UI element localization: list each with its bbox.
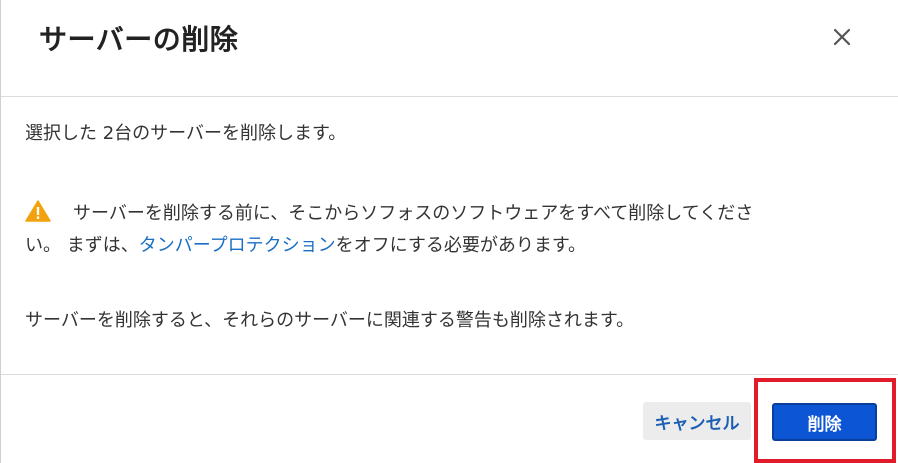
warning-text-line1: サーバーを削除する前に、そこからソフォスのソフトウェアをすべて削除してくださ [73,203,754,224]
warning-text-line2-start: い。 まずは、 [25,235,139,256]
warning-text-line2-end: をオフにする必要があります。 [335,235,587,256]
close-icon [833,28,851,46]
close-button[interactable] [827,22,857,52]
warning-message: サーバーを削除する前に、そこからソフォスのソフトウェアをすべて削除してください。… [25,198,880,262]
dialog-body: 選択した 2台のサーバーを削除します。 サーバーを削除する前に、そこからソフォス… [1,97,898,375]
dialog-title: サーバーの削除 [39,23,239,56]
cancel-button[interactable]: キャンセル [643,402,751,440]
dialog-footer: キャンセル 削除 [1,374,898,463]
selection-message: 選択した 2台のサーバーを削除します。 [25,123,347,144]
delete-server-dialog: サーバーの削除 選択した 2台のサーバーを削除します。 サーバーを削除する前に、… [0,0,898,463]
dialog-header: サーバーの削除 [1,0,898,97]
tamper-protection-link[interactable]: タンパープロテクション [139,235,336,256]
alert-deletion-note: サーバーを削除すると、それらのサーバーに関連する警告も削除されます。 [25,310,635,331]
warning-icon [25,200,51,222]
delete-button[interactable]: 削除 [772,403,877,441]
